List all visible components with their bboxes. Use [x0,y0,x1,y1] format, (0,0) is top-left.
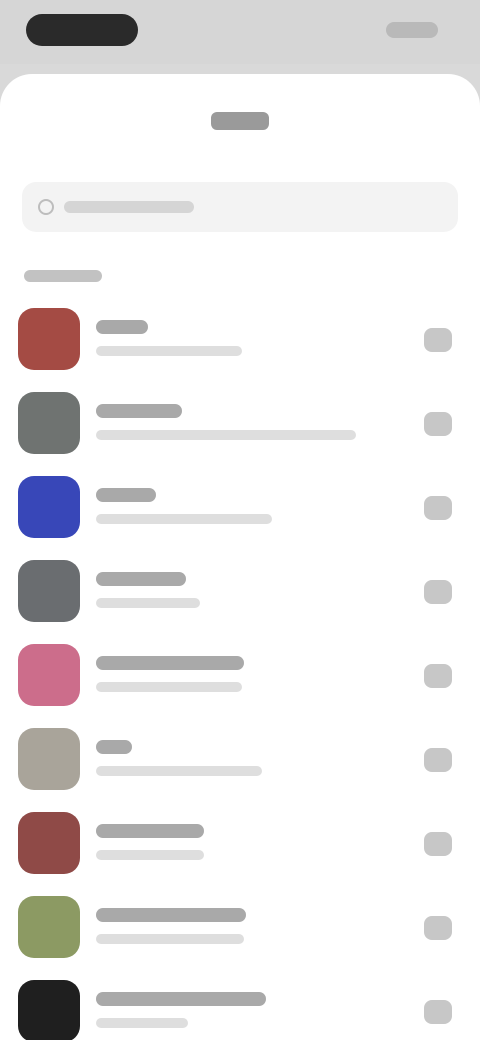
search-placeholder [64,201,194,213]
more-icon[interactable] [424,748,452,772]
more-icon[interactable] [424,496,452,520]
app-name [96,404,182,418]
app-icon [18,392,80,454]
app-subtitle [96,934,244,944]
more-icon[interactable] [424,832,452,856]
list-item[interactable] [0,888,480,972]
list-item[interactable] [0,636,480,720]
more-icon[interactable] [424,664,452,688]
app-name [96,740,132,754]
list-item[interactable] [0,804,480,888]
more-icon[interactable] [424,412,452,436]
app-name [96,992,266,1006]
app-icon [18,476,80,538]
sheet-header [0,106,480,136]
app-name [96,656,244,670]
app-name [96,908,246,922]
app-subtitle [96,346,242,356]
app-icon [18,644,80,706]
app-name [96,572,186,586]
app-icon [18,308,80,370]
more-icon[interactable] [424,1000,452,1024]
app-subtitle [96,514,272,524]
time-pill [26,14,138,46]
app-subtitle [96,1018,188,1028]
app-icon [18,560,80,622]
app-subtitle [96,766,262,776]
list-item[interactable] [0,720,480,804]
list-item[interactable] [0,972,480,1040]
status-icons [386,22,438,38]
more-icon[interactable] [424,580,452,604]
app-subtitle [96,682,242,692]
app-subtitle [96,850,204,860]
list-item[interactable] [0,468,480,552]
app-icon [18,980,80,1040]
app-icon [18,728,80,790]
more-icon[interactable] [424,328,452,352]
list-item[interactable] [0,552,480,636]
sheet-title [211,112,269,130]
app-subtitle [96,598,200,608]
app-name [96,824,204,838]
app-name [96,488,156,502]
status-bar [0,0,480,64]
app-name [96,320,148,334]
more-icon[interactable] [424,916,452,940]
app-subtitle [96,430,356,440]
app-list [0,300,480,1040]
app-icon [18,896,80,958]
app-icon [18,812,80,874]
search-icon [38,199,54,215]
search-bar[interactable] [22,182,458,232]
section-header [24,270,102,282]
sheet [0,74,480,1040]
list-item[interactable] [0,384,480,468]
list-item[interactable] [0,300,480,384]
